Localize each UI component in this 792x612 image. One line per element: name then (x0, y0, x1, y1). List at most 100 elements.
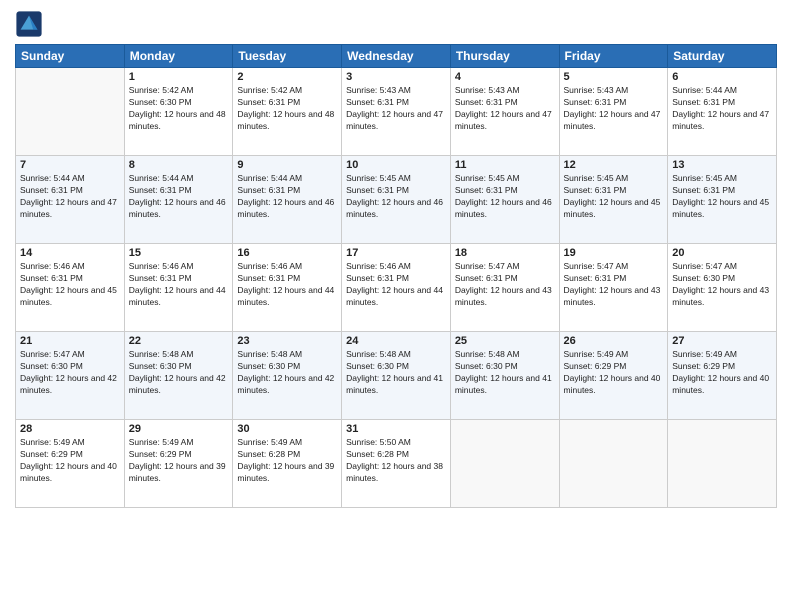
calendar-header-row: SundayMondayTuesdayWednesdayThursdayFrid… (16, 45, 777, 68)
day-number: 16 (237, 247, 337, 259)
sunset-text: Sunset: 6:31 PM (672, 97, 735, 107)
day-cell: 7 Sunrise: 5:44 AM Sunset: 6:31 PM Dayli… (16, 156, 125, 244)
day-cell: 23 Sunrise: 5:48 AM Sunset: 6:30 PM Dayl… (233, 332, 342, 420)
day-info: Sunrise: 5:43 AM Sunset: 6:31 PM Dayligh… (455, 85, 555, 133)
day-cell: 11 Sunrise: 5:45 AM Sunset: 6:31 PM Dayl… (450, 156, 559, 244)
day-info: Sunrise: 5:45 AM Sunset: 6:31 PM Dayligh… (455, 173, 555, 221)
day-cell: 9 Sunrise: 5:44 AM Sunset: 6:31 PM Dayli… (233, 156, 342, 244)
day-info: Sunrise: 5:42 AM Sunset: 6:30 PM Dayligh… (129, 85, 229, 133)
daylight-text: Daylight: 12 hours and 40 minutes. (20, 461, 117, 483)
day-number: 4 (455, 71, 555, 83)
day-number: 1 (129, 71, 229, 83)
sunrise-text: Sunrise: 5:49 AM (672, 349, 737, 359)
day-cell: 29 Sunrise: 5:49 AM Sunset: 6:29 PM Dayl… (124, 420, 233, 508)
sunset-text: Sunset: 6:30 PM (672, 273, 735, 283)
daylight-text: Daylight: 12 hours and 44 minutes. (346, 285, 443, 307)
sunrise-text: Sunrise: 5:46 AM (20, 261, 85, 271)
sunset-text: Sunset: 6:31 PM (672, 185, 735, 195)
sunset-text: Sunset: 6:29 PM (672, 361, 735, 371)
sunset-text: Sunset: 6:31 PM (346, 273, 409, 283)
calendar-week-row: 14 Sunrise: 5:46 AM Sunset: 6:31 PM Dayl… (16, 244, 777, 332)
logo-icon (15, 10, 43, 38)
sunrise-text: Sunrise: 5:46 AM (129, 261, 194, 271)
day-number: 7 (20, 159, 120, 171)
day-header-sunday: Sunday (16, 45, 125, 68)
day-info: Sunrise: 5:43 AM Sunset: 6:31 PM Dayligh… (346, 85, 446, 133)
day-number: 6 (672, 71, 772, 83)
day-cell: 4 Sunrise: 5:43 AM Sunset: 6:31 PM Dayli… (450, 68, 559, 156)
daylight-text: Daylight: 12 hours and 44 minutes. (237, 285, 334, 307)
day-number: 8 (129, 159, 229, 171)
day-header-monday: Monday (124, 45, 233, 68)
sunrise-text: Sunrise: 5:44 AM (237, 173, 302, 183)
day-info: Sunrise: 5:44 AM Sunset: 6:31 PM Dayligh… (129, 173, 229, 221)
daylight-text: Daylight: 12 hours and 41 minutes. (455, 373, 552, 395)
day-cell: 16 Sunrise: 5:46 AM Sunset: 6:31 PM Dayl… (233, 244, 342, 332)
day-cell: 3 Sunrise: 5:43 AM Sunset: 6:31 PM Dayli… (342, 68, 451, 156)
daylight-text: Daylight: 12 hours and 42 minutes. (129, 373, 226, 395)
day-cell: 15 Sunrise: 5:46 AM Sunset: 6:31 PM Dayl… (124, 244, 233, 332)
day-info: Sunrise: 5:45 AM Sunset: 6:31 PM Dayligh… (672, 173, 772, 221)
day-number: 23 (237, 335, 337, 347)
day-cell: 6 Sunrise: 5:44 AM Sunset: 6:31 PM Dayli… (668, 68, 777, 156)
day-cell: 5 Sunrise: 5:43 AM Sunset: 6:31 PM Dayli… (559, 68, 668, 156)
day-cell (450, 420, 559, 508)
day-info: Sunrise: 5:45 AM Sunset: 6:31 PM Dayligh… (346, 173, 446, 221)
day-number: 25 (455, 335, 555, 347)
day-cell: 22 Sunrise: 5:48 AM Sunset: 6:30 PM Dayl… (124, 332, 233, 420)
sunrise-text: Sunrise: 5:47 AM (672, 261, 737, 271)
day-header-saturday: Saturday (668, 45, 777, 68)
day-info: Sunrise: 5:43 AM Sunset: 6:31 PM Dayligh… (564, 85, 664, 133)
day-info: Sunrise: 5:48 AM Sunset: 6:30 PM Dayligh… (237, 349, 337, 397)
day-info: Sunrise: 5:47 AM Sunset: 6:30 PM Dayligh… (672, 261, 772, 309)
sunrise-text: Sunrise: 5:42 AM (237, 85, 302, 95)
daylight-text: Daylight: 12 hours and 41 minutes. (346, 373, 443, 395)
day-cell: 17 Sunrise: 5:46 AM Sunset: 6:31 PM Dayl… (342, 244, 451, 332)
day-info: Sunrise: 5:46 AM Sunset: 6:31 PM Dayligh… (129, 261, 229, 309)
sunset-text: Sunset: 6:31 PM (237, 185, 300, 195)
day-info: Sunrise: 5:48 AM Sunset: 6:30 PM Dayligh… (455, 349, 555, 397)
daylight-text: Daylight: 12 hours and 45 minutes. (672, 197, 769, 219)
calendar-week-row: 7 Sunrise: 5:44 AM Sunset: 6:31 PM Dayli… (16, 156, 777, 244)
daylight-text: Daylight: 12 hours and 48 minutes. (129, 109, 226, 131)
sunset-text: Sunset: 6:29 PM (564, 361, 627, 371)
day-cell: 2 Sunrise: 5:42 AM Sunset: 6:31 PM Dayli… (233, 68, 342, 156)
day-info: Sunrise: 5:48 AM Sunset: 6:30 PM Dayligh… (129, 349, 229, 397)
sunset-text: Sunset: 6:30 PM (237, 361, 300, 371)
day-cell: 30 Sunrise: 5:49 AM Sunset: 6:28 PM Dayl… (233, 420, 342, 508)
day-cell: 21 Sunrise: 5:47 AM Sunset: 6:30 PM Dayl… (16, 332, 125, 420)
day-cell: 27 Sunrise: 5:49 AM Sunset: 6:29 PM Dayl… (668, 332, 777, 420)
day-cell (559, 420, 668, 508)
day-info: Sunrise: 5:45 AM Sunset: 6:31 PM Dayligh… (564, 173, 664, 221)
day-number: 9 (237, 159, 337, 171)
day-info: Sunrise: 5:44 AM Sunset: 6:31 PM Dayligh… (20, 173, 120, 221)
day-number: 26 (564, 335, 664, 347)
sunset-text: Sunset: 6:31 PM (129, 273, 192, 283)
day-info: Sunrise: 5:44 AM Sunset: 6:31 PM Dayligh… (672, 85, 772, 133)
sunrise-text: Sunrise: 5:46 AM (346, 261, 411, 271)
sunrise-text: Sunrise: 5:47 AM (20, 349, 85, 359)
day-header-friday: Friday (559, 45, 668, 68)
day-cell: 18 Sunrise: 5:47 AM Sunset: 6:31 PM Dayl… (450, 244, 559, 332)
day-number: 2 (237, 71, 337, 83)
day-cell: 1 Sunrise: 5:42 AM Sunset: 6:30 PM Dayli… (124, 68, 233, 156)
daylight-text: Daylight: 12 hours and 45 minutes. (20, 285, 117, 307)
day-number: 14 (20, 247, 120, 259)
sunrise-text: Sunrise: 5:45 AM (346, 173, 411, 183)
sunset-text: Sunset: 6:31 PM (455, 97, 518, 107)
daylight-text: Daylight: 12 hours and 38 minutes. (346, 461, 443, 483)
daylight-text: Daylight: 12 hours and 47 minutes. (346, 109, 443, 131)
calendar-week-row: 28 Sunrise: 5:49 AM Sunset: 6:29 PM Dayl… (16, 420, 777, 508)
sunrise-text: Sunrise: 5:45 AM (672, 173, 737, 183)
sunrise-text: Sunrise: 5:49 AM (20, 437, 85, 447)
day-info: Sunrise: 5:49 AM Sunset: 6:29 PM Dayligh… (564, 349, 664, 397)
sunset-text: Sunset: 6:31 PM (564, 97, 627, 107)
day-number: 28 (20, 423, 120, 435)
day-number: 31 (346, 423, 446, 435)
sunset-text: Sunset: 6:31 PM (346, 97, 409, 107)
daylight-text: Daylight: 12 hours and 43 minutes. (564, 285, 661, 307)
sunset-text: Sunset: 6:30 PM (455, 361, 518, 371)
day-number: 18 (455, 247, 555, 259)
calendar-table: SundayMondayTuesdayWednesdayThursdayFrid… (15, 44, 777, 508)
daylight-text: Daylight: 12 hours and 43 minutes. (455, 285, 552, 307)
